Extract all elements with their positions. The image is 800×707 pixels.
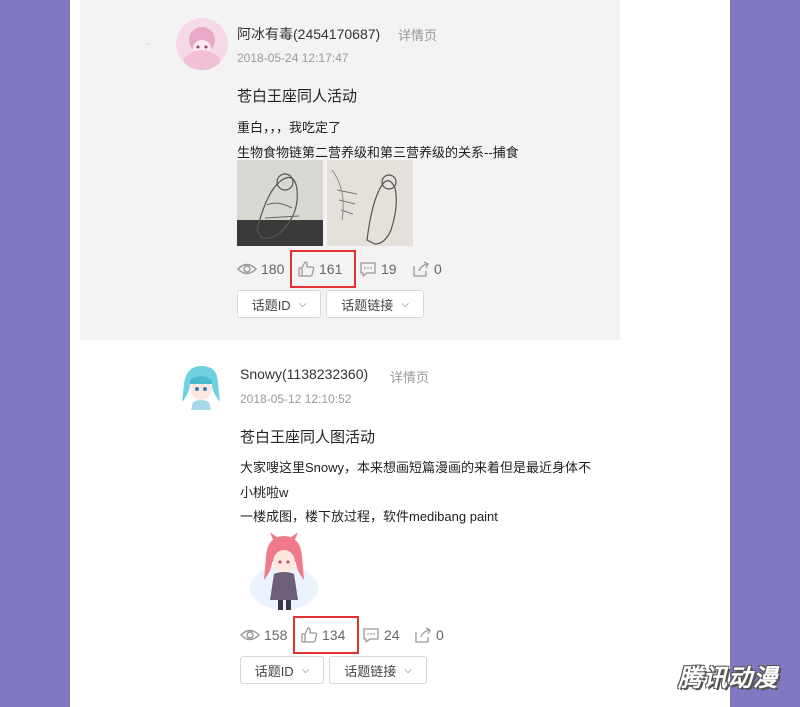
eye-icon [240, 629, 260, 641]
post-text-line: 一楼成图，楼下放过程，软件medibang paint [240, 509, 498, 524]
view-count: 158 [240, 624, 287, 646]
avatar[interactable] [178, 362, 224, 410]
topic-id-dropdown[interactable]: 话题ID ⌵ [237, 290, 321, 318]
post-stats: 158 134 24 0 [240, 624, 540, 646]
view-count-value: 158 [264, 627, 288, 643]
chevron-down-icon: ⌵ [401, 298, 409, 310]
comment-button[interactable]: 19 [359, 258, 397, 280]
view-count-value: 180 [261, 261, 285, 277]
comment-button[interactable]: 24 [362, 624, 400, 646]
post-text-line: 生物食物链第二营养级和第三营养级的关系--捕食 [237, 145, 519, 160]
comment-icon [363, 628, 379, 643]
post-image-thumbnail[interactable] [327, 160, 413, 246]
chevron-down-icon: ⌵ [404, 664, 412, 676]
topic-link-dropdown[interactable]: 话题链接 ⌵ [326, 290, 424, 318]
share-icon [415, 627, 431, 643]
share-count: 0 [434, 261, 442, 277]
comment-icon [360, 262, 376, 277]
post-text-line: 小桃啦w [240, 485, 289, 500]
topic-id-label: 话题ID [254, 663, 294, 679]
post-image-thumbnail[interactable] [237, 160, 323, 246]
post-text-line: 重白，，，我吃定了 [237, 120, 342, 135]
detail-link[interactable]: 详情页 [398, 25, 437, 44]
view-count: 180 [237, 258, 284, 280]
topic-id-dropdown[interactable]: 话题ID ⌵ [240, 656, 324, 684]
post-image-thumbnail[interactable] [244, 528, 324, 614]
post-time: 2018-05-12 12:10:52 [240, 392, 352, 406]
topic-link-dropdown[interactable]: 话题链接 ⌵ [329, 656, 427, 684]
topic-link-label: 话题链接 [344, 663, 397, 679]
post-time: 2018-05-24 12:17:47 [237, 51, 349, 65]
share-icon [413, 261, 429, 277]
share-count: 0 [436, 627, 444, 643]
detail-link[interactable]: 详情页 [390, 367, 429, 386]
like-highlight-box [293, 616, 359, 654]
eye-icon [237, 263, 257, 275]
share-button[interactable]: 0 [412, 258, 442, 280]
scroll-marker: · [146, 36, 150, 50]
comment-count: 19 [381, 261, 397, 277]
post-text-line: 大家嗖这里Snowy，本来想画短篇漫画的来着但是最近身体不 [240, 460, 592, 475]
share-button[interactable]: 0 [414, 624, 444, 646]
watermark-logo: 腾讯动漫 [678, 664, 778, 692]
post-stats: 180 161 19 0 [237, 258, 537, 280]
avatar[interactable] [176, 18, 228, 70]
like-highlight-box [290, 250, 356, 288]
post-title[interactable]: 苍白王座同人图活动 [240, 426, 375, 447]
chevron-down-icon: ⌵ [298, 298, 307, 310]
topic-id-label: 话题ID [251, 297, 291, 313]
comment-count: 24 [384, 627, 400, 643]
topic-link-label: 话题链接 [341, 297, 394, 313]
chevron-down-icon: ⌵ [301, 664, 310, 676]
post-title[interactable]: 苍白王座同人活动 [237, 85, 357, 106]
author-name[interactable]: Snowy(1138232360) [240, 366, 368, 382]
author-name[interactable]: 阿冰有毒(2454170687) [237, 24, 380, 44]
